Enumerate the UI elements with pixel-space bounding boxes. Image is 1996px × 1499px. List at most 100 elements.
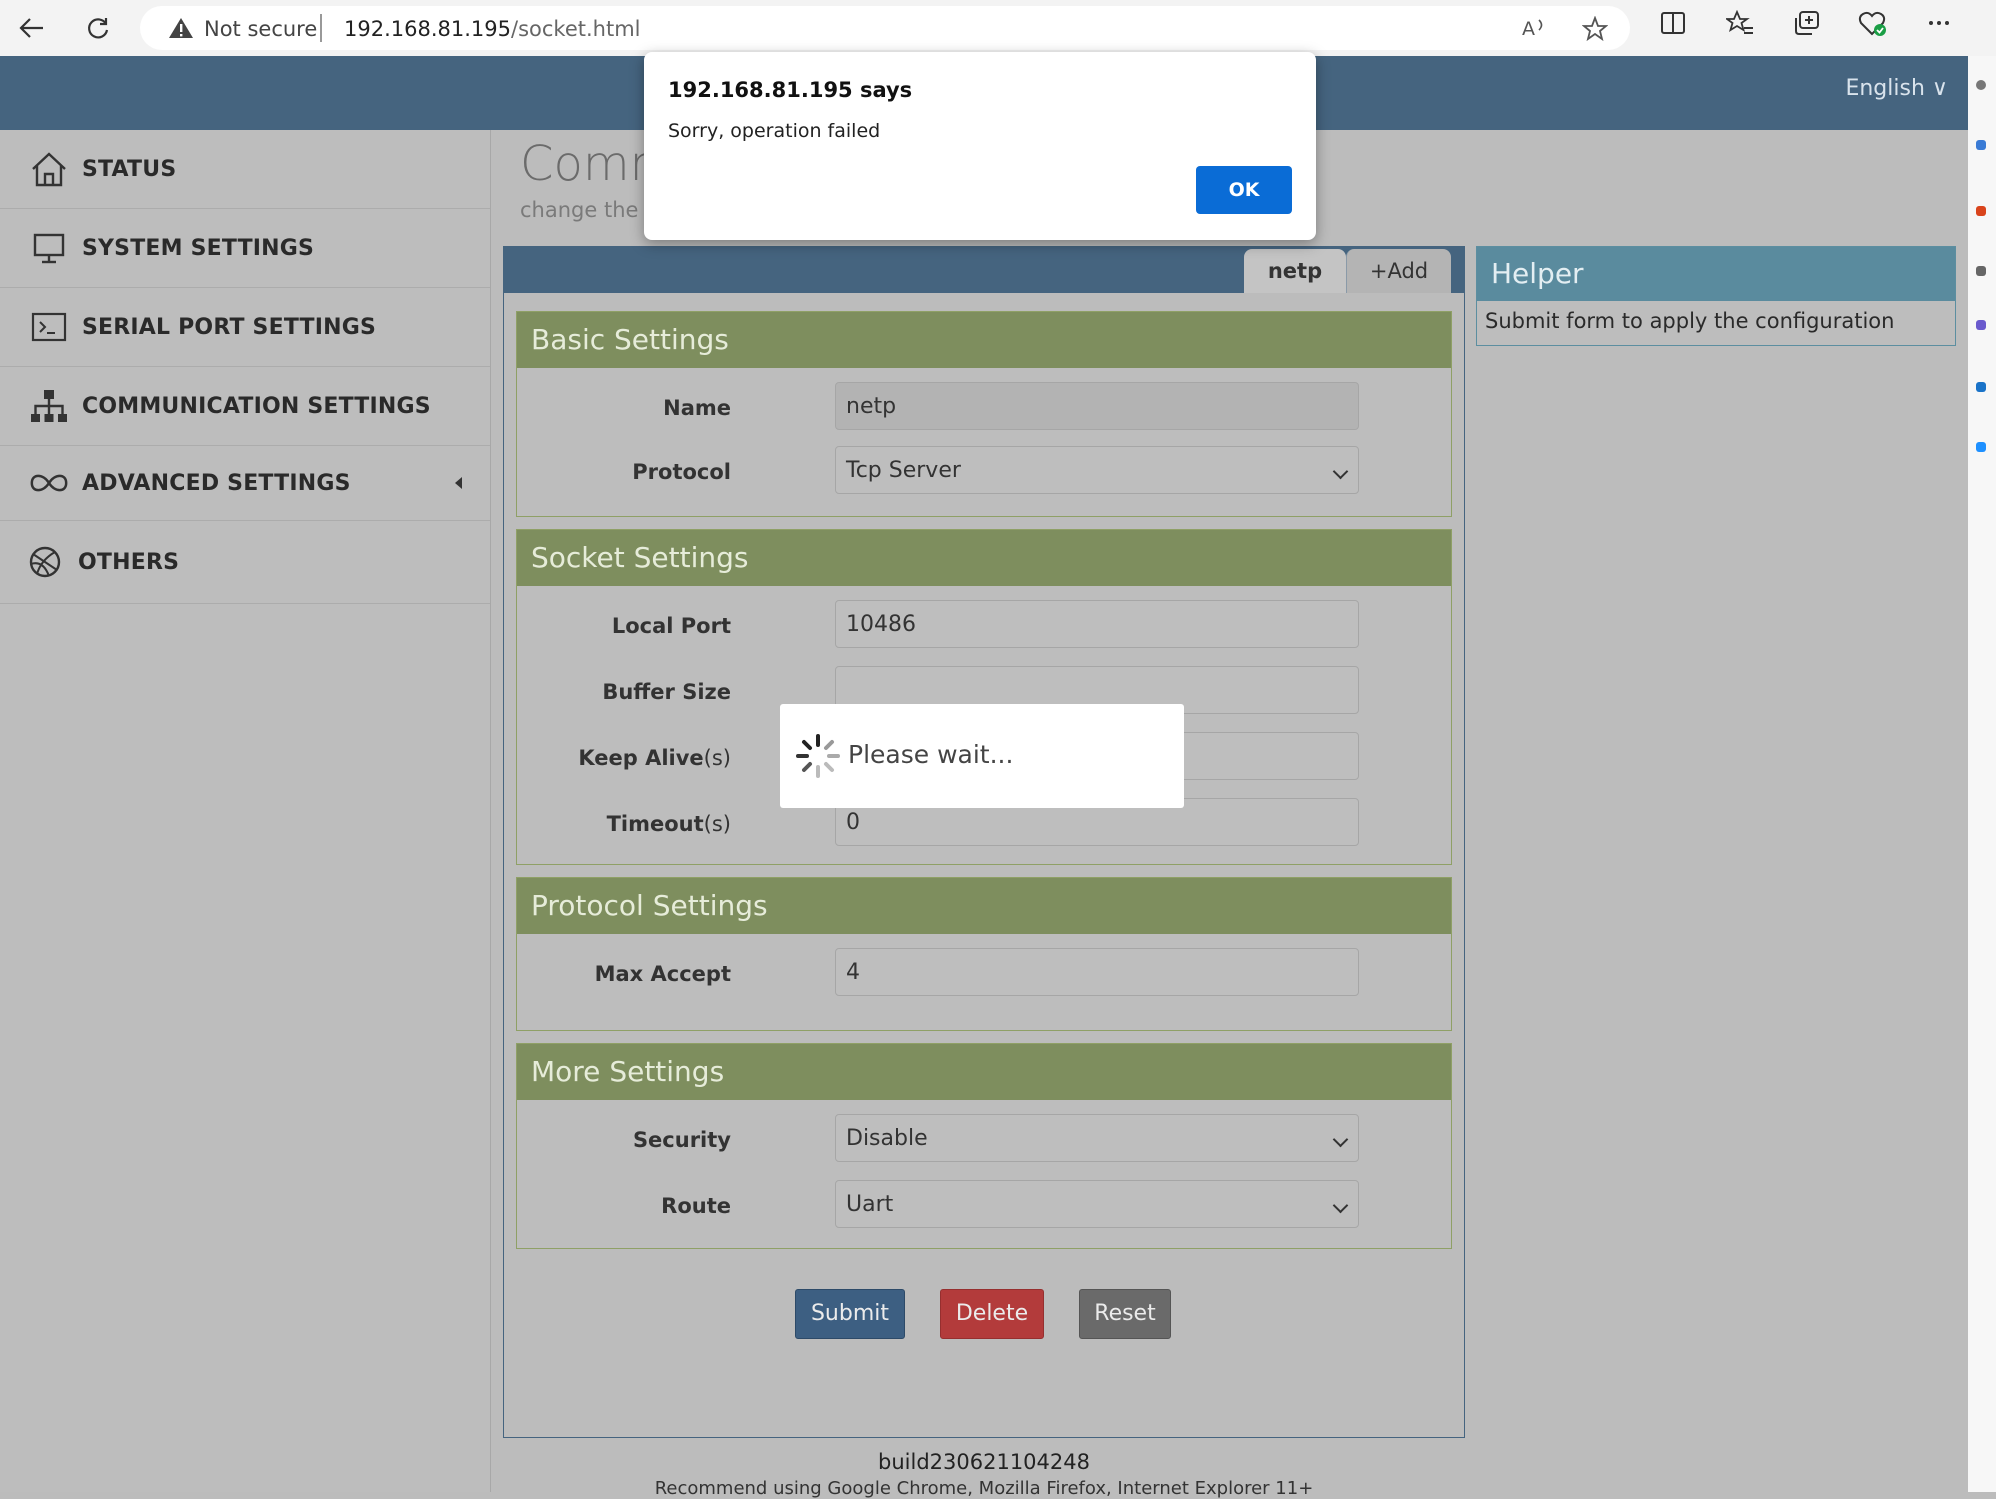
section-heading: More Settings: [517, 1044, 1451, 1100]
nav-communication-settings[interactable]: COMMUNICATION SETTINGS: [0, 367, 490, 446]
loading-text: Please wait...: [848, 740, 1014, 769]
build-version: build230621104248: [878, 1450, 1090, 1474]
tab-netp[interactable]: netp: [1244, 249, 1346, 293]
nav-communication-settings-label: COMMUNICATION SETTINGS: [82, 393, 431, 419]
read-aloud-icon[interactable]: A: [1522, 16, 1548, 40]
address-separator: [320, 14, 322, 42]
nav-others-label: OTHERS: [78, 549, 180, 575]
browser-side-strip: [1968, 56, 1996, 1492]
buffer-size-label: Buffer Size: [602, 680, 731, 704]
section-heading: Protocol Settings: [517, 878, 1451, 934]
protocol-selected: Tcp Server: [846, 458, 961, 483]
monitor-icon: [28, 227, 70, 269]
local-port-label: Local Port: [611, 614, 731, 638]
alert-message: Sorry, operation failed: [668, 120, 881, 142]
side-app-icon[interactable]: [1976, 206, 1986, 216]
tab-add[interactable]: +Add: [1346, 249, 1451, 293]
helper-text: Submit form to apply the configuration: [1485, 309, 1895, 333]
section-heading: Basic Settings: [517, 312, 1451, 368]
protocol-label: Protocol: [632, 460, 731, 484]
security-row: Security Disable: [517, 1114, 1451, 1166]
settings-panel: netp +Add Basic Settings Name netp Proto…: [503, 246, 1465, 1438]
infinity-icon: [28, 462, 70, 504]
nav-system-settings[interactable]: SYSTEM SETTINGS: [0, 209, 490, 288]
browser-essentials-icon[interactable]: [1858, 10, 1888, 38]
socket-settings-section: Socket Settings Local Port 10486 Buffer …: [516, 529, 1452, 865]
nav-status-label: STATUS: [82, 156, 177, 182]
timeout-text: Timeout: [606, 812, 704, 836]
reset-button[interactable]: Reset: [1079, 1289, 1171, 1339]
protocol-select[interactable]: Tcp Server: [835, 446, 1359, 494]
browser-recommendation: Recommend using Google Chrome, Mozilla F…: [654, 1478, 1314, 1499]
side-app-icon[interactable]: [1976, 266, 1986, 276]
delete-button[interactable]: Delete: [940, 1289, 1044, 1339]
side-app-icon[interactable]: [1976, 140, 1986, 150]
protocol-settings-section: Protocol Settings Max Accept 4: [516, 877, 1452, 1031]
name-label: Name: [663, 396, 731, 420]
timeout-label: Timeout(s): [607, 798, 731, 850]
max-accept-row: Max Accept 4: [517, 948, 1451, 1000]
keep-alive-text: Keep Alive: [578, 746, 704, 770]
submit-button[interactable]: Submit: [795, 1289, 905, 1339]
protocol-row: Protocol Tcp Server: [517, 446, 1451, 498]
caret-left-icon: [455, 477, 462, 489]
page-subtitle: change the c: [520, 198, 657, 222]
side-app-icon[interactable]: [1976, 442, 1986, 452]
left-navigation: STATUS SYSTEM SETTINGS SERIAL PORT SETTI…: [0, 130, 491, 1492]
url-path: /socket.html: [511, 17, 641, 41]
refresh-icon: [88, 18, 109, 39]
local-port-input[interactable]: 10486: [835, 600, 1359, 648]
search-side-icon[interactable]: [1976, 80, 1986, 90]
nav-status[interactable]: STATUS: [0, 130, 490, 209]
helper-panel: Helper Submit form to apply the configur…: [1476, 246, 1956, 346]
chevron-down-icon: [1332, 1197, 1349, 1214]
route-select[interactable]: Uart: [835, 1180, 1359, 1228]
chevron-down-icon: [1332, 1131, 1349, 1148]
nav-others[interactable]: OTHERS: [0, 521, 490, 604]
url-text[interactable]: 192.168.81.195/socket.html: [344, 17, 641, 41]
split-screen-icon[interactable]: [1660, 10, 1686, 36]
alert-dialog: 192.168.81.195 says Sorry, operation fai…: [644, 52, 1316, 240]
more-menu-icon[interactable]: [1926, 10, 1952, 36]
spinner-icon: [796, 734, 840, 778]
collections-icon[interactable]: [1794, 10, 1820, 36]
web-page: English ∨ STATUS SYSTEM SETTINGS SERIAL …: [0, 56, 1968, 1499]
alert-ok-button[interactable]: OK: [1196, 166, 1292, 214]
max-accept-input[interactable]: 4: [835, 948, 1359, 996]
nav-serial-port-settings-label: SERIAL PORT SETTINGS: [82, 314, 377, 340]
helper-title: Helper: [1477, 247, 1955, 301]
route-row: Route Uart: [517, 1180, 1451, 1232]
more-settings-section: More Settings Security Disable Route Uar…: [516, 1043, 1452, 1249]
panel-header: netp +Add: [504, 247, 1464, 293]
security-selected: Disable: [846, 1126, 928, 1151]
name-row: Name netp: [517, 382, 1451, 434]
name-input[interactable]: netp: [835, 382, 1359, 430]
local-port-row: Local Port 10486: [517, 600, 1451, 652]
warning-icon: [169, 18, 193, 38]
favorites-icon[interactable]: [1726, 10, 1754, 36]
route-label: Route: [661, 1194, 731, 1218]
security-select[interactable]: Disable: [835, 1114, 1359, 1162]
loading-overlay: Please wait...: [780, 704, 1184, 808]
globe-ball-icon: [24, 541, 66, 583]
security-label: Security: [632, 1128, 731, 1152]
basic-settings-section: Basic Settings Name netp Protocol Tcp Se…: [516, 311, 1452, 517]
back-button[interactable]: [12, 8, 52, 48]
address-bar[interactable]: Not secure 192.168.81.195/socket.html A: [140, 6, 1630, 50]
section-heading: Socket Settings: [517, 530, 1451, 586]
chevron-down-icon: [1332, 463, 1349, 480]
refresh-button[interactable]: [78, 8, 118, 48]
max-accept-label: Max Accept: [594, 962, 731, 986]
home-icon: [28, 148, 70, 190]
favorite-star-icon[interactable]: [1582, 16, 1608, 42]
language-selector[interactable]: English ∨: [1845, 76, 1948, 101]
nav-serial-port-settings[interactable]: SERIAL PORT SETTINGS: [0, 288, 490, 367]
svg-text:A: A: [1522, 18, 1535, 40]
side-app-icon[interactable]: [1976, 382, 1986, 392]
keep-alive-unit: (s): [703, 746, 731, 770]
route-selected: Uart: [846, 1192, 894, 1217]
security-label[interactable]: Not secure: [204, 17, 317, 41]
side-app-icon[interactable]: [1976, 320, 1986, 330]
alert-title: 192.168.81.195 says: [668, 78, 913, 102]
nav-advanced-settings[interactable]: ADVANCED SETTINGS: [0, 446, 490, 521]
